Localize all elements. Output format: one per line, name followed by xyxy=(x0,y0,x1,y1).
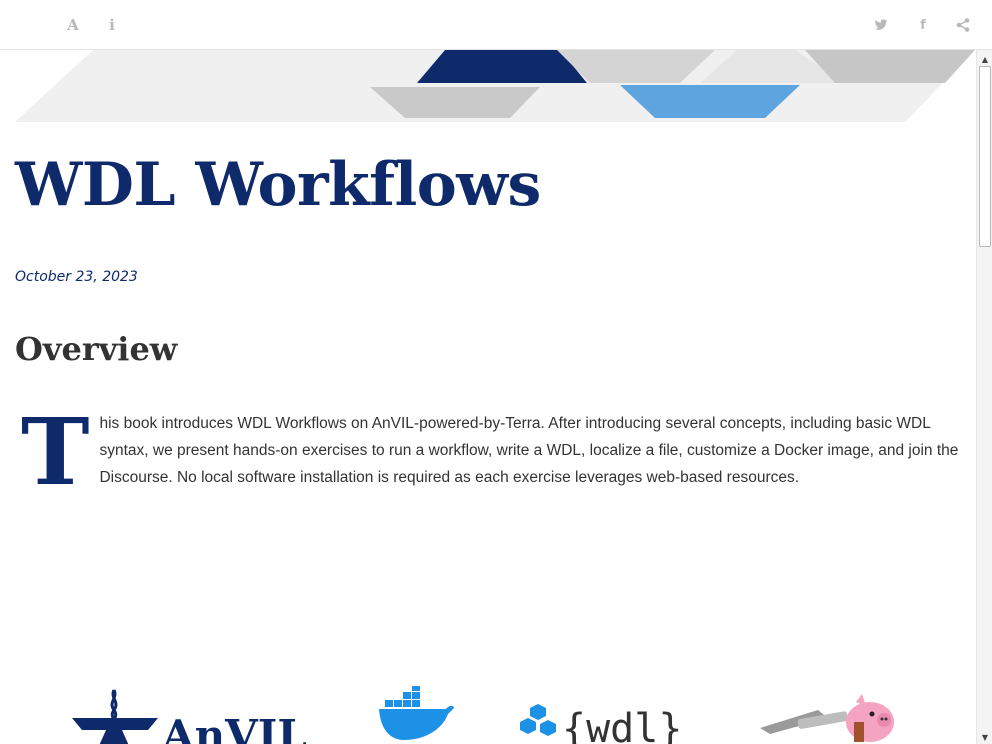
scroll-up-icon[interactable]: ▲ xyxy=(977,52,992,66)
facebook-icon[interactable]: f xyxy=(910,12,936,38)
wdl-logo-text: {wdl} xyxy=(562,706,682,744)
section-heading: Overview xyxy=(15,330,178,368)
intro-paragraph: This book introduces WDL Workflows on An… xyxy=(15,398,965,506)
anvil-logo-text: AnVIL xyxy=(161,711,307,744)
scrollbar-thumb[interactable] xyxy=(979,66,991,247)
font-settings-icon[interactable]: A xyxy=(60,12,86,38)
vertical-scrollbar[interactable]: ▲ ▼ xyxy=(976,50,992,744)
drop-cap: T xyxy=(21,398,90,506)
page-title: WDL Workflows xyxy=(15,150,541,220)
intro-text: his book introduces WDL Workflows on AnV… xyxy=(99,415,959,486)
share-icon[interactable] xyxy=(950,12,976,38)
anvil-logo: AnVIL xyxy=(70,688,310,744)
top-toolbar: A i f xyxy=(0,0,992,50)
pig-spaceship-logo xyxy=(758,692,908,744)
twitter-icon[interactable] xyxy=(868,12,894,38)
info-icon[interactable]: i xyxy=(99,12,125,38)
scroll-down-icon[interactable]: ▼ xyxy=(977,730,992,744)
header-banner xyxy=(15,50,975,122)
logos-strip: AnVIL {wdl} xyxy=(0,680,976,744)
docker-logo xyxy=(376,686,456,744)
publish-date: October 23, 2023 xyxy=(15,269,138,285)
wdl-logo: {wdl} xyxy=(518,696,708,744)
